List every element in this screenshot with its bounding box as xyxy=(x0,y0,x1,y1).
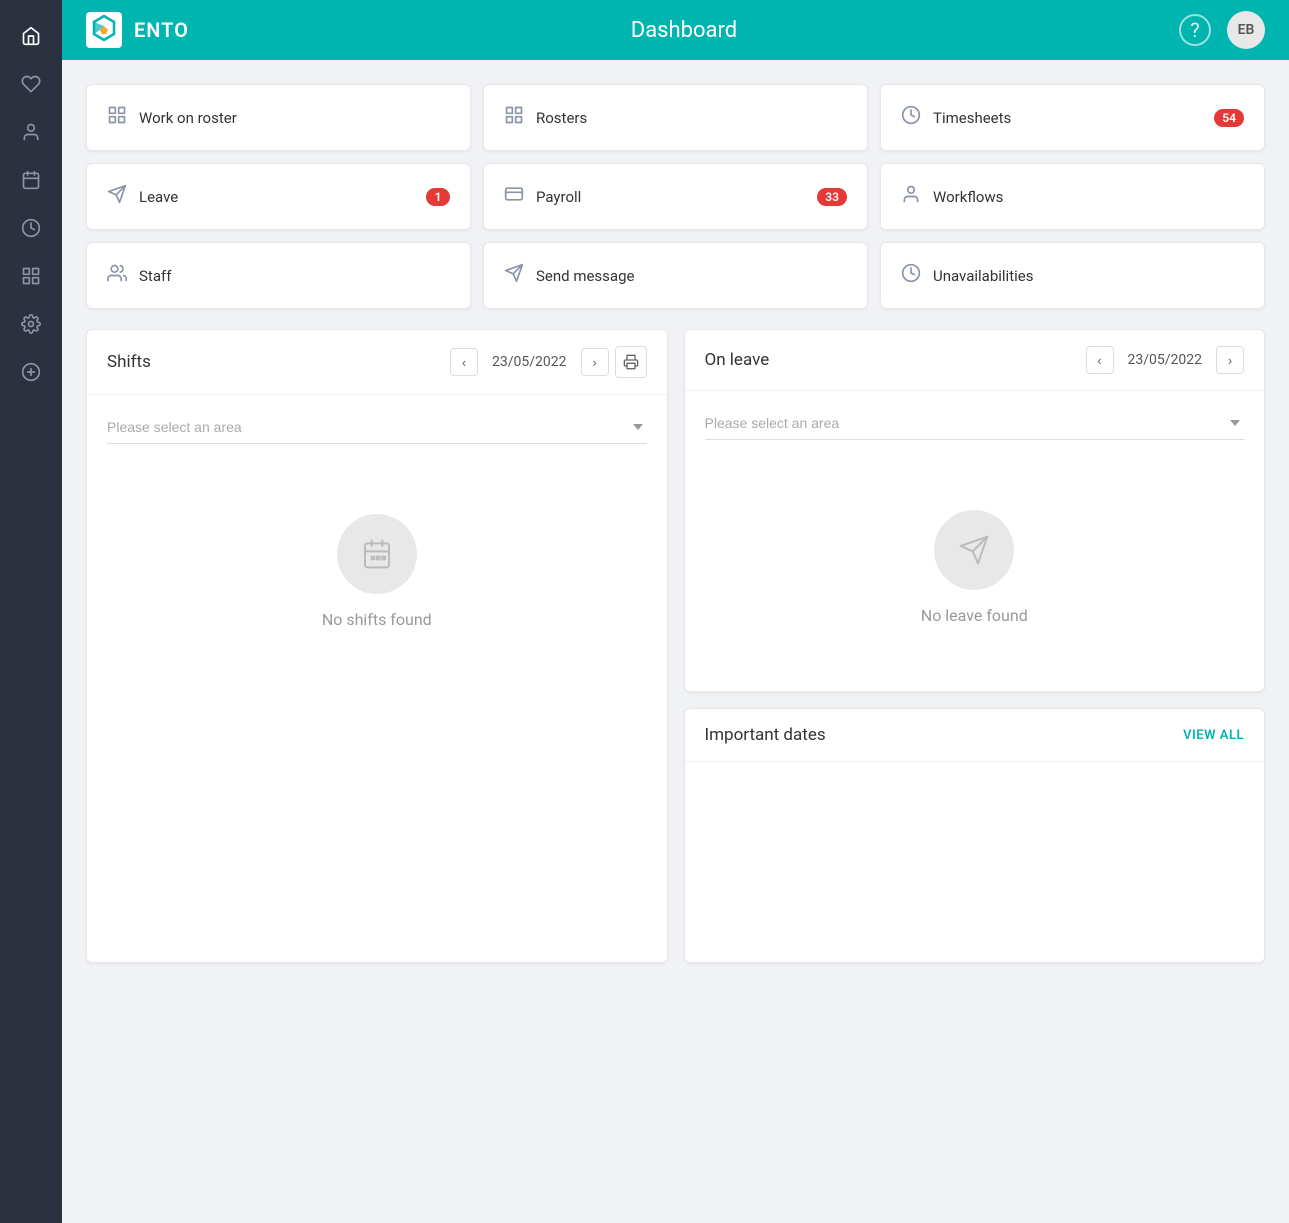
shifts-panel-title: Shifts xyxy=(107,352,151,372)
header-right: ? EB xyxy=(1179,11,1265,49)
page-title: Dashboard xyxy=(631,18,737,43)
company-name: ENTO xyxy=(134,18,189,42)
leave-prev-button[interactable]: ‹ xyxy=(1086,346,1114,374)
shifts-date: 23/05/2022 xyxy=(484,350,575,374)
timesheets-icon xyxy=(901,105,921,130)
leave-area-select[interactable]: Please select an area xyxy=(705,407,1245,440)
staff-label: Staff xyxy=(139,267,171,285)
leave-date: 23/05/2022 xyxy=(1120,348,1211,372)
timesheets-label: Timesheets xyxy=(933,109,1011,127)
unavailabilities-icon xyxy=(901,263,921,288)
main-area: ENTO Dashboard ? EB xyxy=(62,0,1289,1223)
on-leave-panel-body: Please select an area No leave found xyxy=(685,391,1265,691)
sidebar xyxy=(0,0,62,1223)
sidebar-item-home[interactable] xyxy=(11,16,51,56)
on-leave-panel-title: On leave xyxy=(705,350,770,370)
quick-link-rosters[interactable]: Rosters xyxy=(483,84,868,151)
leave-badge: 1 xyxy=(426,188,450,206)
ento-logo-icon xyxy=(86,12,122,48)
quick-link-staff[interactable]: Staff xyxy=(86,242,471,309)
leave-empty-text: No leave found xyxy=(921,606,1028,625)
rosters-icon xyxy=(504,105,524,130)
leave-icon xyxy=(107,184,127,209)
sidebar-item-reports[interactable] xyxy=(11,256,51,296)
leave-empty-icon xyxy=(934,510,1014,590)
sidebar-item-timesheets[interactable] xyxy=(11,208,51,248)
rosters-label: Rosters xyxy=(536,109,587,127)
content-area: Work on roster Rosters xyxy=(62,60,1289,1223)
header: ENTO Dashboard ? EB xyxy=(62,0,1289,60)
quick-link-leave[interactable]: Leave 1 xyxy=(86,163,471,230)
right-column: On leave ‹ 23/05/2022 › Please select an… xyxy=(684,329,1266,963)
leave-next-button[interactable]: › xyxy=(1216,346,1244,374)
shifts-panel-nav: ‹ 23/05/2022 › xyxy=(450,346,647,378)
send-message-icon xyxy=(504,263,524,288)
payroll-badge: 33 xyxy=(817,188,847,206)
dashboard-panels: Shifts ‹ 23/05/2022 › Please xyxy=(86,329,1265,963)
workflows-icon xyxy=(901,184,921,209)
roster-icon xyxy=(107,105,127,130)
shifts-print-button[interactable] xyxy=(615,346,647,378)
shifts-empty-state: No shifts found xyxy=(107,464,647,679)
important-dates-header: Important dates VIEW ALL xyxy=(685,709,1265,762)
shifts-empty-icon xyxy=(337,514,417,594)
timesheets-badge: 54 xyxy=(1214,109,1244,127)
workflows-label: Workflows xyxy=(933,188,1003,206)
on-leave-panel-nav: ‹ 23/05/2022 › xyxy=(1086,346,1245,374)
view-all-button[interactable]: VIEW ALL xyxy=(1183,728,1244,743)
staff-icon xyxy=(107,263,127,288)
sidebar-item-add[interactable] xyxy=(11,352,51,392)
send-message-label: Send message xyxy=(536,267,634,285)
header-logo: ENTO xyxy=(86,12,189,48)
quick-link-work-on-roster[interactable]: Work on roster xyxy=(86,84,471,151)
payroll-icon xyxy=(504,184,524,209)
payroll-label: Payroll xyxy=(536,188,581,206)
user-avatar[interactable]: EB xyxy=(1227,11,1265,49)
shifts-panel: Shifts ‹ 23/05/2022 › Please xyxy=(86,329,668,963)
quick-link-timesheets[interactable]: Timesheets 54 xyxy=(880,84,1265,151)
shifts-prev-button[interactable]: ‹ xyxy=(450,348,478,376)
important-dates-title: Important dates xyxy=(705,725,826,745)
shifts-panel-header: Shifts ‹ 23/05/2022 › xyxy=(87,330,667,395)
quick-link-unavailabilities[interactable]: Unavailabilities xyxy=(880,242,1265,309)
shifts-area-select[interactable]: Please select an area xyxy=(107,411,647,444)
unavailabilities-label: Unavailabilities xyxy=(933,267,1033,285)
shifts-panel-body: Please select an area No shifts found xyxy=(87,395,667,695)
on-leave-panel-header: On leave ‹ 23/05/2022 › xyxy=(685,330,1265,391)
sidebar-item-favourites[interactable] xyxy=(11,64,51,104)
quick-links-grid: Work on roster Rosters xyxy=(86,84,1265,309)
work-on-roster-label: Work on roster xyxy=(139,109,237,127)
shifts-next-button[interactable]: › xyxy=(581,348,609,376)
quick-link-workflows[interactable]: Workflows xyxy=(880,163,1265,230)
sidebar-item-profile[interactable] xyxy=(11,112,51,152)
shifts-empty-text: No shifts found xyxy=(322,610,432,629)
sidebar-item-calendar[interactable] xyxy=(11,160,51,200)
leave-empty-state: No leave found xyxy=(705,460,1245,675)
quick-link-send-message[interactable]: Send message xyxy=(483,242,868,309)
important-dates-body xyxy=(685,762,1265,962)
on-leave-panel: On leave ‹ 23/05/2022 › Please select an… xyxy=(684,329,1266,692)
sidebar-item-settings[interactable] xyxy=(11,304,51,344)
important-dates-panel: Important dates VIEW ALL xyxy=(684,708,1266,963)
leave-label: Leave xyxy=(139,188,178,206)
help-button[interactable]: ? xyxy=(1179,14,1211,46)
quick-link-payroll[interactable]: Payroll 33 xyxy=(483,163,868,230)
